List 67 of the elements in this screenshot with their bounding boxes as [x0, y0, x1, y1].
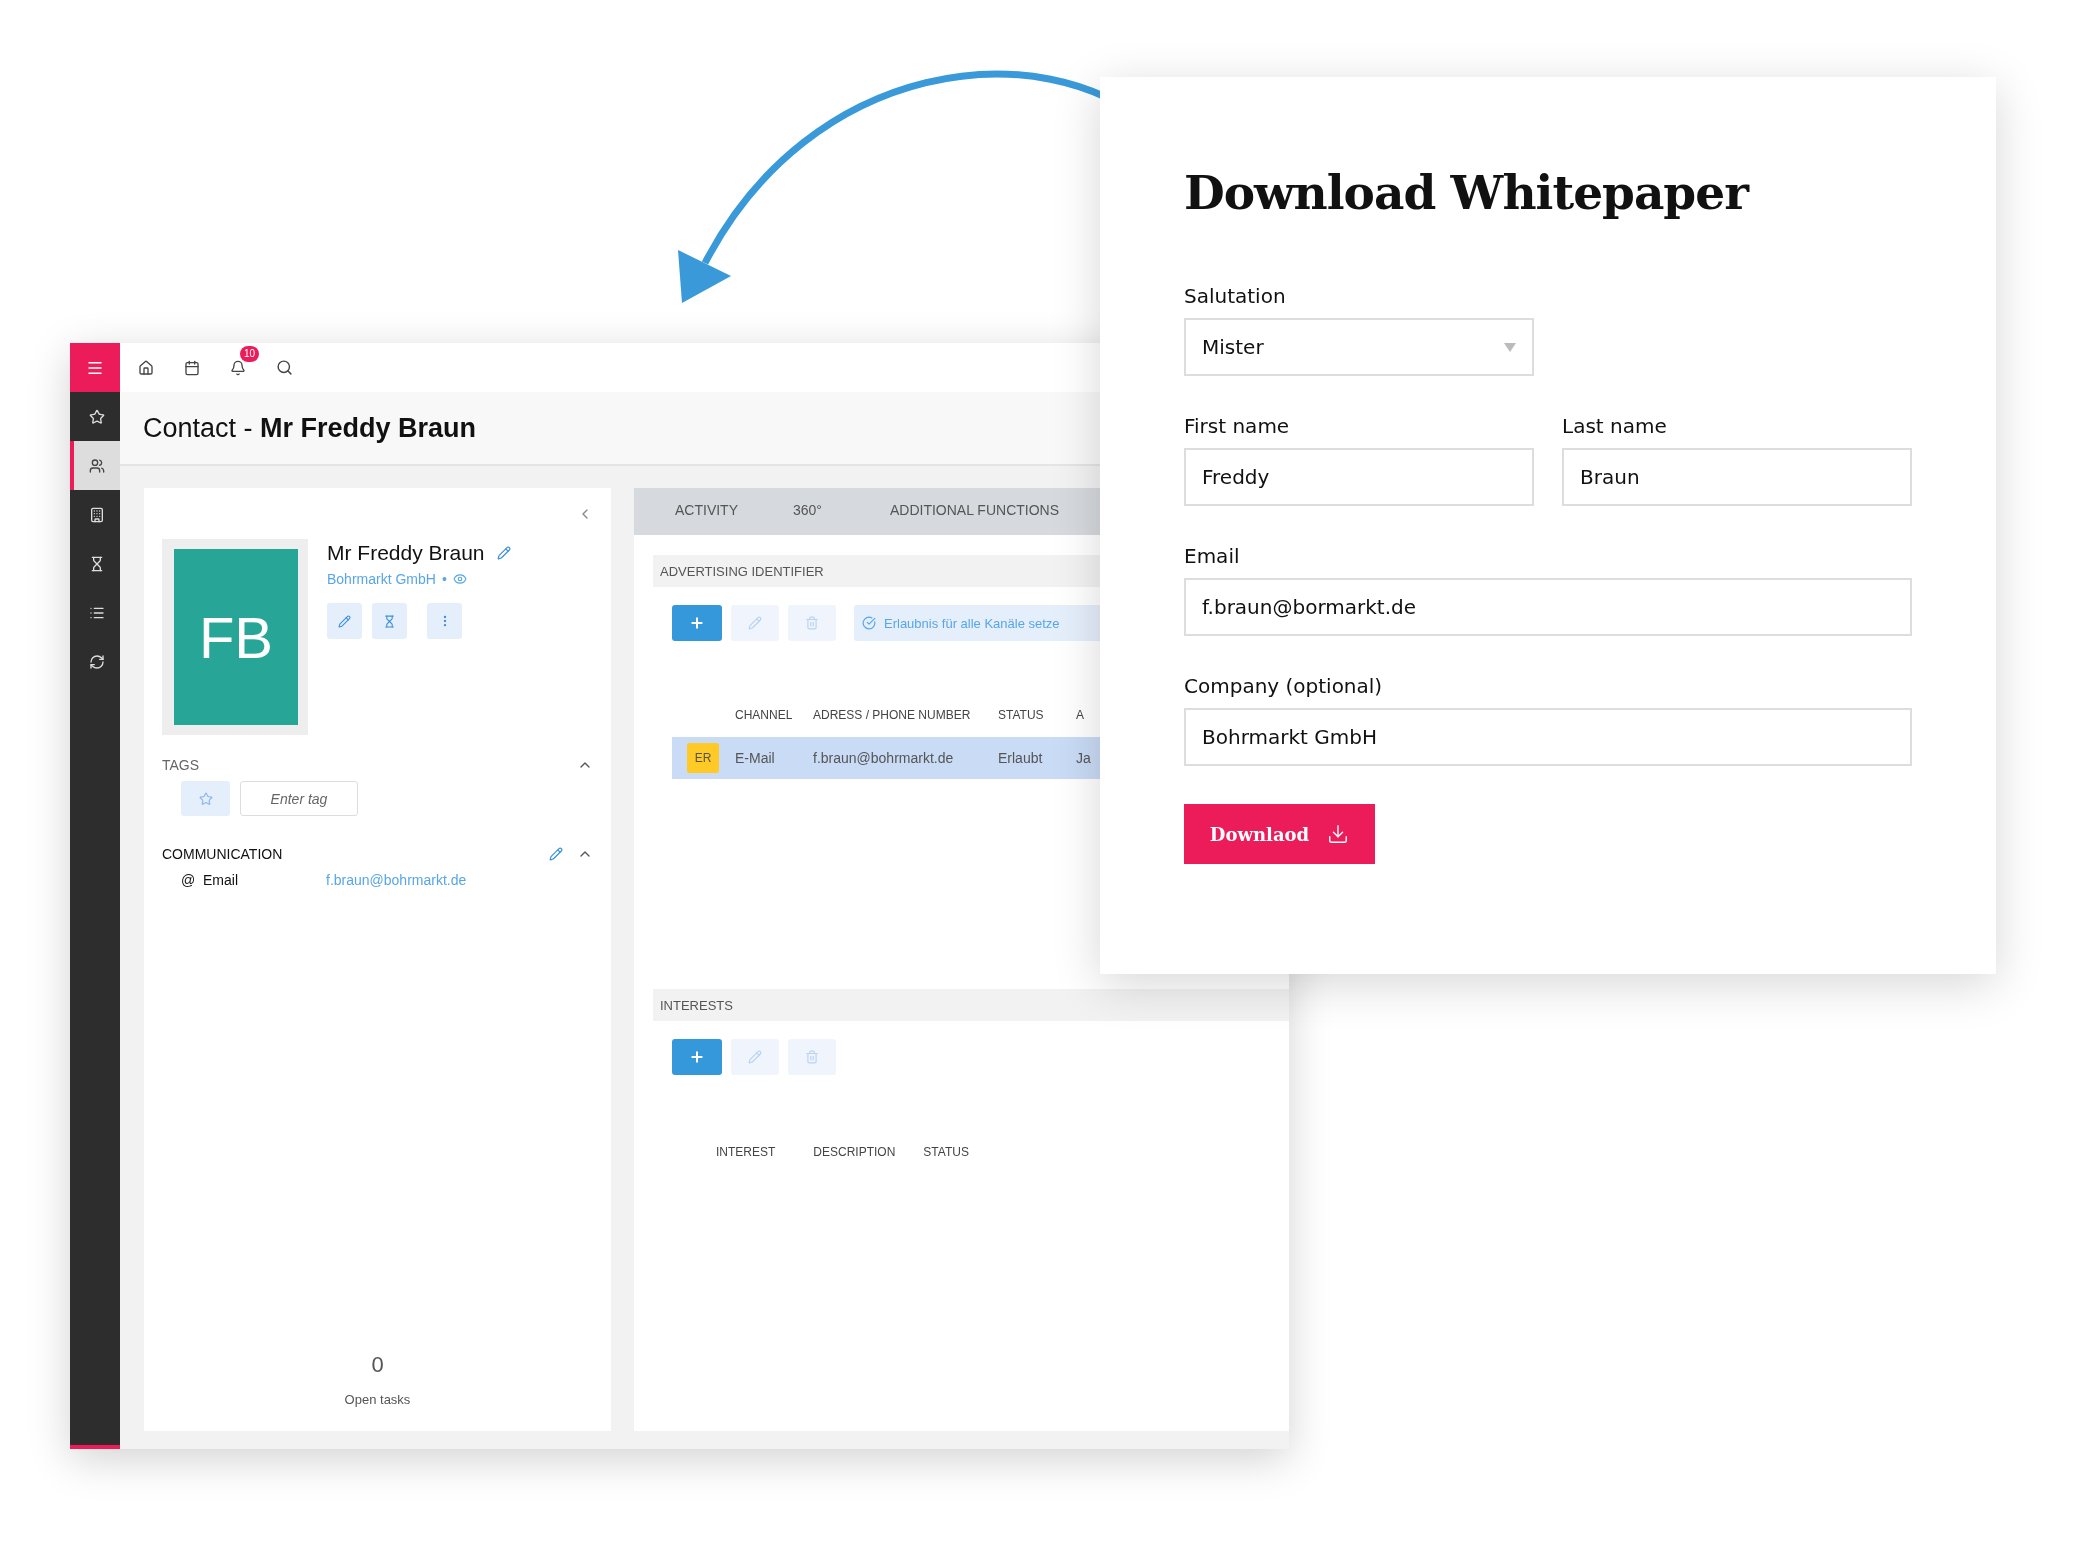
- pencil-icon: [338, 614, 351, 628]
- download-icon: [1327, 823, 1350, 845]
- task-label: Open tasks: [344, 1392, 411, 1407]
- add-button[interactable]: [672, 605, 722, 641]
- tab[interactable]: ACTIVITY: [675, 502, 738, 521]
- dropdown-triangle-icon: [1504, 342, 1516, 352]
- section-title: INTERESTS: [660, 997, 733, 1013]
- task-count: 0: [371, 1352, 384, 1378]
- channel-badge: ER: [687, 743, 719, 773]
- star-button[interactable]: [181, 781, 230, 816]
- field-label: First name: [1184, 414, 1291, 438]
- home-icon[interactable]: [138, 359, 154, 376]
- avatar: FB: [174, 549, 298, 725]
- field-label: Last name: [1562, 414, 1668, 438]
- pencil-icon: [748, 1050, 762, 1064]
- table-cell-text: Ja: [1076, 750, 1092, 766]
- column-header: ADRESS / PHONE NUMBER: [813, 708, 972, 722]
- input-field[interactable]: Freddy: [1184, 448, 1534, 506]
- tag-input[interactable]: Enter tag: [240, 781, 358, 816]
- hourglass-icon: [383, 614, 396, 628]
- salutation-select[interactable]: Mister: [1184, 318, 1534, 376]
- notification-badge: 10: [240, 345, 260, 362]
- table-cell-text: E-Mail: [735, 750, 776, 766]
- page-title: Contact - Mr Freddy Braun: [143, 412, 477, 444]
- star-icon: [198, 791, 213, 806]
- pencil-icon[interactable]: [549, 847, 563, 861]
- input-field[interactable]: Braun: [1562, 448, 1912, 506]
- table-cell-text: Erlaubt: [998, 750, 1044, 766]
- section-title: ADVERTISING IDENTIFIER: [660, 563, 824, 579]
- pencil-icon[interactable]: [496, 546, 511, 560]
- trash-icon: [805, 616, 819, 630]
- column-header: STATUS: [923, 1145, 969, 1159]
- plus-icon: [689, 1049, 705, 1065]
- column-header: INTEREST: [716, 1145, 776, 1159]
- trash-icon: [805, 1050, 819, 1064]
- tab[interactable]: 360°: [793, 502, 822, 521]
- column-header: CHANNEL: [735, 708, 794, 722]
- input-field[interactable]: Bohrmarkt GmbH: [1184, 708, 1912, 766]
- hourglass-button[interactable]: [372, 603, 407, 639]
- pencil-icon: [748, 616, 762, 630]
- calendar-icon[interactable]: [184, 359, 200, 376]
- column-header: STATUS: [998, 708, 1045, 722]
- check-circle-icon: [862, 616, 876, 630]
- channel-label: @ Email: [181, 872, 239, 888]
- field-label: Email: [1184, 544, 1241, 568]
- add-button[interactable]: [672, 1039, 722, 1075]
- search-icon[interactable]: [276, 359, 293, 376]
- contact-name: Mr Freddy Braun: [327, 541, 485, 565]
- field-label: Company (optional): [1184, 674, 1384, 698]
- download-button[interactable]: Downlaod: [1184, 804, 1375, 864]
- form-title: Download Whitepaper: [1184, 165, 1751, 220]
- bell-icon[interactable]: [230, 359, 246, 376]
- contacts-icon[interactable]: [70, 441, 120, 490]
- menu-button[interactable]: [70, 343, 120, 392]
- input-field[interactable]: f.braun@bormarkt.de: [1184, 578, 1912, 636]
- table-cell-text: f.braun@bohrmarkt.de: [813, 750, 955, 766]
- separator: •: [441, 571, 447, 587]
- edit-button[interactable]: [327, 603, 362, 639]
- section-title: COMMUNICATION: [162, 846, 283, 862]
- plus-icon: [689, 615, 705, 631]
- column-header: DESCRIPTION: [813, 1145, 896, 1159]
- column-header: A: [1076, 708, 1085, 722]
- eye-icon[interactable]: [452, 572, 467, 586]
- field-label: Salutation: [1184, 284, 1287, 308]
- section-title: TAGS: [162, 757, 200, 773]
- table-row[interactable]: ER E-Mail f.braun@bohrmarkt.de Erlaubt Ja: [672, 737, 1100, 779]
- tab[interactable]: ADDITIONAL FUNCTIONS: [890, 502, 1060, 521]
